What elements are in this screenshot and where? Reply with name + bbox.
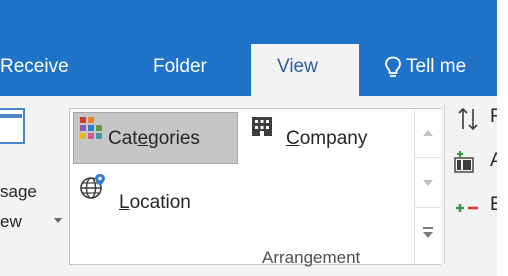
change-view-icon[interactable] <box>0 108 25 144</box>
arrangement-group-label: Arrangement <box>262 248 361 267</box>
tell-me-search[interactable]: Tell me <box>406 56 466 84</box>
gallery-scroll-up-button[interactable] <box>415 109 441 158</box>
tab-receive[interactable]: Receive <box>0 56 69 84</box>
more-arrow-icon <box>423 232 433 238</box>
arrangement-company[interactable]: Company <box>246 112 411 164</box>
location-label: Location <box>119 192 191 213</box>
categories-icon <box>80 117 102 139</box>
gallery-more-button[interactable] <box>415 209 441 258</box>
ribbon-body: sage ew Categories Company Location Arra… <box>0 96 503 276</box>
window-edge <box>497 0 508 276</box>
gallery-scroll <box>414 109 441 264</box>
arrangement-gallery: Categories Company Location <box>69 108 441 265</box>
sort-arrows-icon <box>458 107 478 131</box>
arrangement-categories[interactable]: Categories <box>73 112 238 164</box>
tab-folder[interactable]: Folder <box>153 56 207 84</box>
view-icon-bar <box>0 114 22 118</box>
chevron-down-icon[interactable] <box>54 218 62 223</box>
expand-collapse-icon <box>456 204 478 212</box>
company-label: Company <box>286 128 368 149</box>
group-separator <box>444 104 445 264</box>
chevron-down-icon <box>423 180 433 186</box>
change-view-label-line1[interactable]: sage <box>0 182 37 202</box>
tab-view-label: View <box>277 56 318 77</box>
categories-label: Categories <box>108 128 200 149</box>
arrangement-location[interactable]: Location <box>73 171 238 223</box>
more-line <box>423 227 433 229</box>
gallery-scroll-down-button[interactable] <box>415 159 441 208</box>
building-icon <box>252 117 272 136</box>
change-view-label-line2[interactable]: ew <box>0 212 22 232</box>
chevron-up-icon <box>423 130 433 136</box>
tab-view[interactable]: View <box>251 44 359 96</box>
add-columns-icon <box>454 151 474 173</box>
lightbulb-icon <box>385 56 401 77</box>
globe-pin-icon <box>80 174 105 199</box>
ribbon-tab-bar: Receive Folder View Tell me <box>0 0 497 96</box>
